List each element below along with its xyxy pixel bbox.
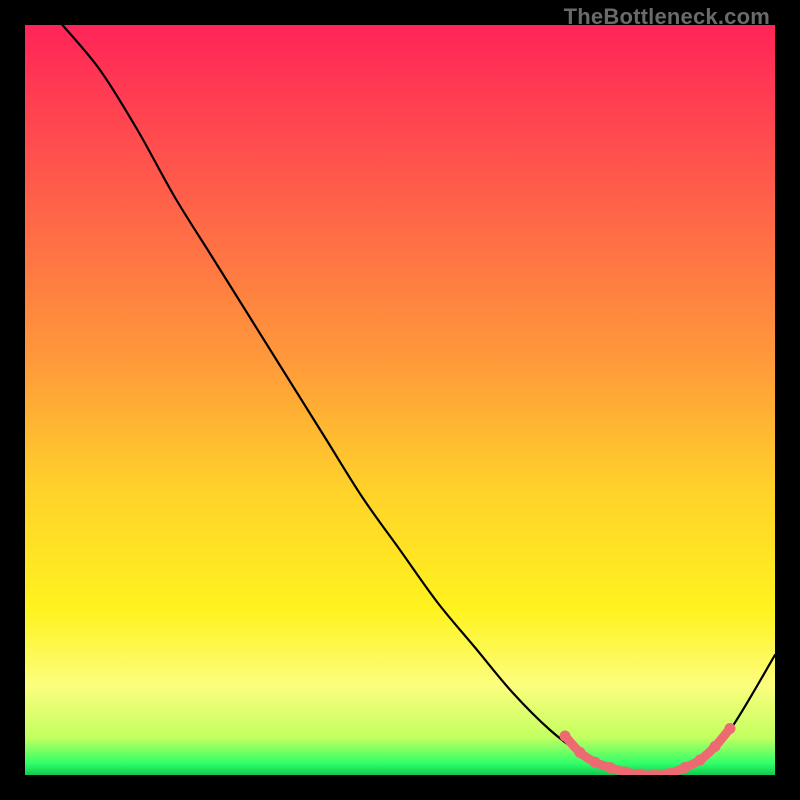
chart-background	[25, 25, 775, 775]
chart-frame	[25, 25, 775, 775]
minimum-marker-dot	[605, 762, 616, 773]
chart-svg	[25, 25, 775, 775]
minimum-marker-dot	[710, 741, 721, 752]
minimum-marker-dot	[575, 747, 586, 758]
minimum-marker-dot	[560, 731, 571, 742]
watermark-text: TheBottleneck.com	[564, 4, 770, 30]
minimum-marker-dot	[695, 755, 706, 766]
minimum-marker-dot	[590, 757, 601, 768]
minimum-marker-dot	[725, 723, 736, 734]
minimum-marker-dot	[680, 762, 691, 773]
